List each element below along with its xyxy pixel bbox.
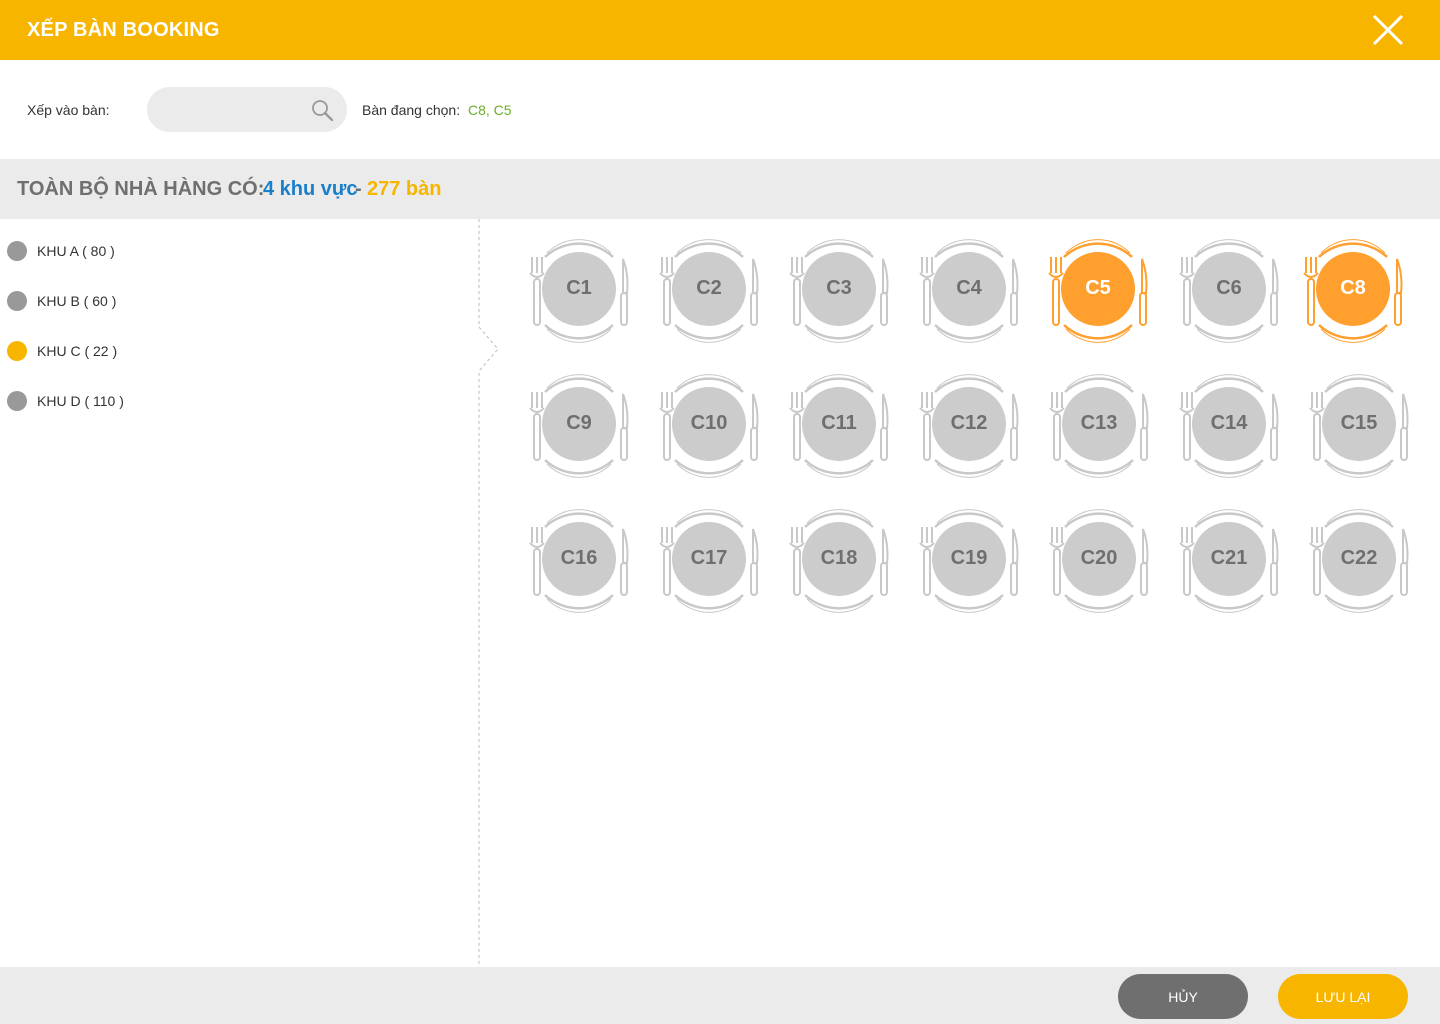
- table-label: C14: [1210, 412, 1248, 434]
- table-label: C16: [560, 547, 598, 569]
- table-item[interactable]: C3: [779, 235, 899, 345]
- table-item[interactable]: C11: [779, 370, 899, 480]
- table-item[interactable]: C1: [519, 235, 639, 345]
- table-label: C13: [1080, 412, 1118, 434]
- table-item[interactable]: C20: [1039, 505, 1159, 615]
- save-button[interactable]: LƯU LẠI: [1278, 974, 1408, 1019]
- table-label: C3: [826, 277, 852, 299]
- table-item[interactable]: C2: [649, 235, 769, 345]
- table-label: C10: [690, 412, 728, 434]
- restaurant-summary: TOÀN BỘ NHÀ HÀNG CÓ: 4 khu vực - 277 bàn: [0, 159, 1440, 219]
- cancel-button[interactable]: HỦY: [1118, 974, 1248, 1019]
- table-label: C21: [1210, 547, 1248, 569]
- table-count: 277 bàn: [367, 178, 442, 200]
- table-label: C9: [566, 412, 592, 434]
- table-item[interactable]: C19: [909, 505, 1029, 615]
- title-bar: XẾP BÀN BOOKING: [0, 0, 1440, 60]
- zone-indicator-dot: [7, 291, 27, 311]
- footer-bar: HỦY LƯU LẠI: [0, 967, 1440, 1024]
- table-label: C5: [1085, 277, 1111, 299]
- close-button[interactable]: [1372, 14, 1404, 46]
- table-label: C4: [956, 277, 982, 299]
- table-grid: C1 C2 C3 C4 C5 C6 C8 C9 C10 C11 C12 C13 …: [500, 219, 1440, 967]
- table-item[interactable]: C8: [1293, 235, 1413, 345]
- table-label: C11: [821, 412, 857, 434]
- table-item[interactable]: C4: [909, 235, 1029, 345]
- table-label: C19: [950, 547, 988, 569]
- table-item[interactable]: C15: [1299, 370, 1419, 480]
- zone-list: KHU A ( 80 ) KHU B ( 60 ) KHU C ( 22 ) K…: [0, 219, 478, 967]
- table-label: C8: [1340, 277, 1366, 299]
- table-label: C12: [950, 412, 988, 434]
- zone-indicator-dot: [7, 241, 27, 261]
- table-item[interactable]: C10: [649, 370, 769, 480]
- zone-indicator-dot: [7, 391, 27, 411]
- toolbar: Xếp vào bàn: Bàn đang chọn: C8, C5: [0, 60, 1440, 159]
- table-label: C6: [1216, 277, 1242, 299]
- search-icon[interactable]: [311, 99, 333, 121]
- close-icon: [1372, 14, 1404, 46]
- zone-label: KHU D ( 110 ): [37, 393, 124, 409]
- zone-label: KHU A ( 80 ): [37, 243, 115, 259]
- summary-label: TOÀN BỘ NHÀ HÀNG CÓ:: [17, 178, 265, 200]
- table-item[interactable]: C13: [1039, 370, 1159, 480]
- zone-indicator-dot: [7, 341, 27, 361]
- table-label: C18: [820, 547, 858, 569]
- selected-tables-label: Bàn đang chọn:: [362, 102, 461, 118]
- assign-table-label: Xếp vào bàn:: [27, 102, 110, 118]
- table-item[interactable]: C22: [1299, 505, 1419, 615]
- table-label: C15: [1340, 412, 1378, 434]
- table-label: C17: [690, 547, 728, 569]
- table-item[interactable]: C18: [779, 505, 899, 615]
- table-item[interactable]: C14: [1169, 370, 1289, 480]
- selected-tables-value: C8, C5: [468, 102, 512, 118]
- summary-separator: -: [355, 178, 362, 200]
- table-label: C20: [1080, 547, 1118, 569]
- table-item[interactable]: C21: [1169, 505, 1289, 615]
- table-item[interactable]: C9: [519, 370, 639, 480]
- table-item[interactable]: C16: [519, 505, 639, 615]
- table-item[interactable]: C6: [1169, 235, 1289, 345]
- table-label: C22: [1340, 547, 1378, 569]
- table-search-input[interactable]: [165, 87, 305, 132]
- panel-divider: [478, 219, 499, 967]
- zone-label: KHU C ( 22 ): [37, 343, 118, 359]
- search-box: [147, 87, 347, 132]
- table-label: C2: [696, 277, 722, 299]
- area-count: 4 khu vực: [263, 178, 358, 200]
- table-item[interactable]: C17: [649, 505, 769, 615]
- table-label: C1: [566, 277, 592, 299]
- dialog-title: XẾP BÀN BOOKING: [27, 19, 220, 41]
- table-item[interactable]: C12: [909, 370, 1029, 480]
- zone-label: KHU B ( 60 ): [37, 293, 117, 309]
- table-item[interactable]: C5: [1038, 235, 1158, 345]
